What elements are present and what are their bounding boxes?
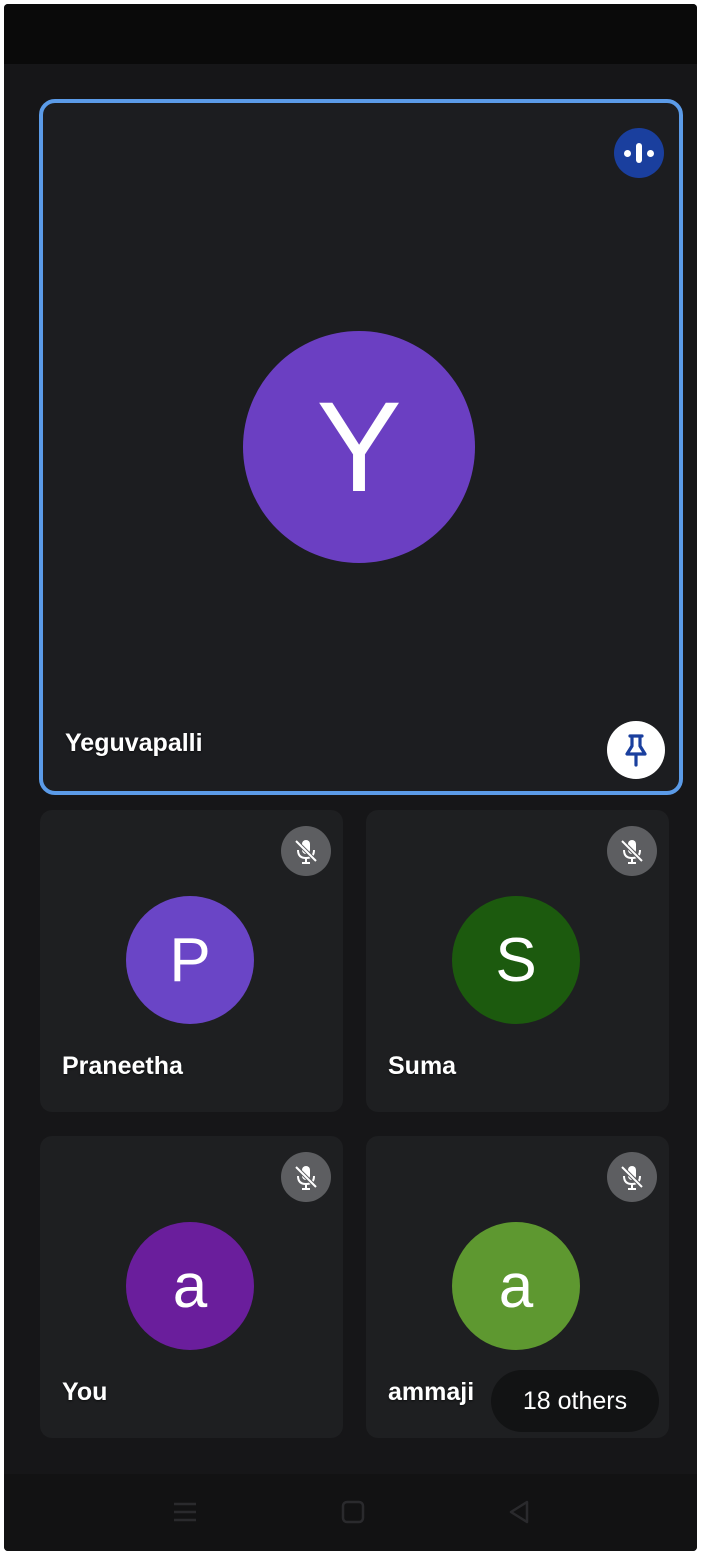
others-label: 18 others	[522, 1386, 628, 1415]
home-icon[interactable]	[335, 1494, 371, 1530]
main-participant-tile[interactable]: Y Yeguvapalli	[39, 99, 683, 795]
avatar-initial: a	[498, 1251, 534, 1321]
avatar-initial: P	[169, 925, 211, 995]
participant-name: Suma	[388, 1052, 457, 1080]
participant-name: Yeguvapalli	[65, 729, 203, 757]
avatar-initial: Y	[316, 375, 402, 519]
avatar: a	[126, 1222, 254, 1350]
others-button[interactable]: 18 others	[491, 1370, 659, 1432]
participant-tile[interactable]: a You	[40, 1136, 343, 1438]
pin-button[interactable]	[607, 721, 665, 779]
participant-name: Praneetha	[62, 1052, 183, 1080]
status-bar	[4, 4, 697, 64]
back-icon[interactable]	[501, 1494, 537, 1530]
participant-name: ammaji	[388, 1378, 475, 1406]
avatar-initial: a	[172, 1251, 208, 1321]
participant-name: You	[62, 1378, 108, 1406]
speaking-indicator-icon	[614, 128, 664, 178]
navigation-bar	[4, 1474, 697, 1551]
menu-icon[interactable]	[167, 1494, 203, 1530]
participant-tile[interactable]: P Praneetha	[40, 810, 343, 1112]
meeting-screen: Y Yeguvapalli P Praneetha S Suma a You a…	[4, 4, 697, 1551]
mic-off-icon	[607, 1152, 657, 1202]
mic-off-icon	[281, 1152, 331, 1202]
pin-icon	[625, 734, 647, 767]
avatar: S	[452, 896, 580, 1024]
avatar: P	[126, 896, 254, 1024]
avatar: a	[452, 1222, 580, 1350]
mic-off-icon	[281, 826, 331, 876]
avatar-initial: S	[495, 925, 537, 995]
avatar: Y	[243, 331, 475, 563]
mic-off-icon	[607, 826, 657, 876]
participant-tile[interactable]: S Suma	[366, 810, 669, 1112]
